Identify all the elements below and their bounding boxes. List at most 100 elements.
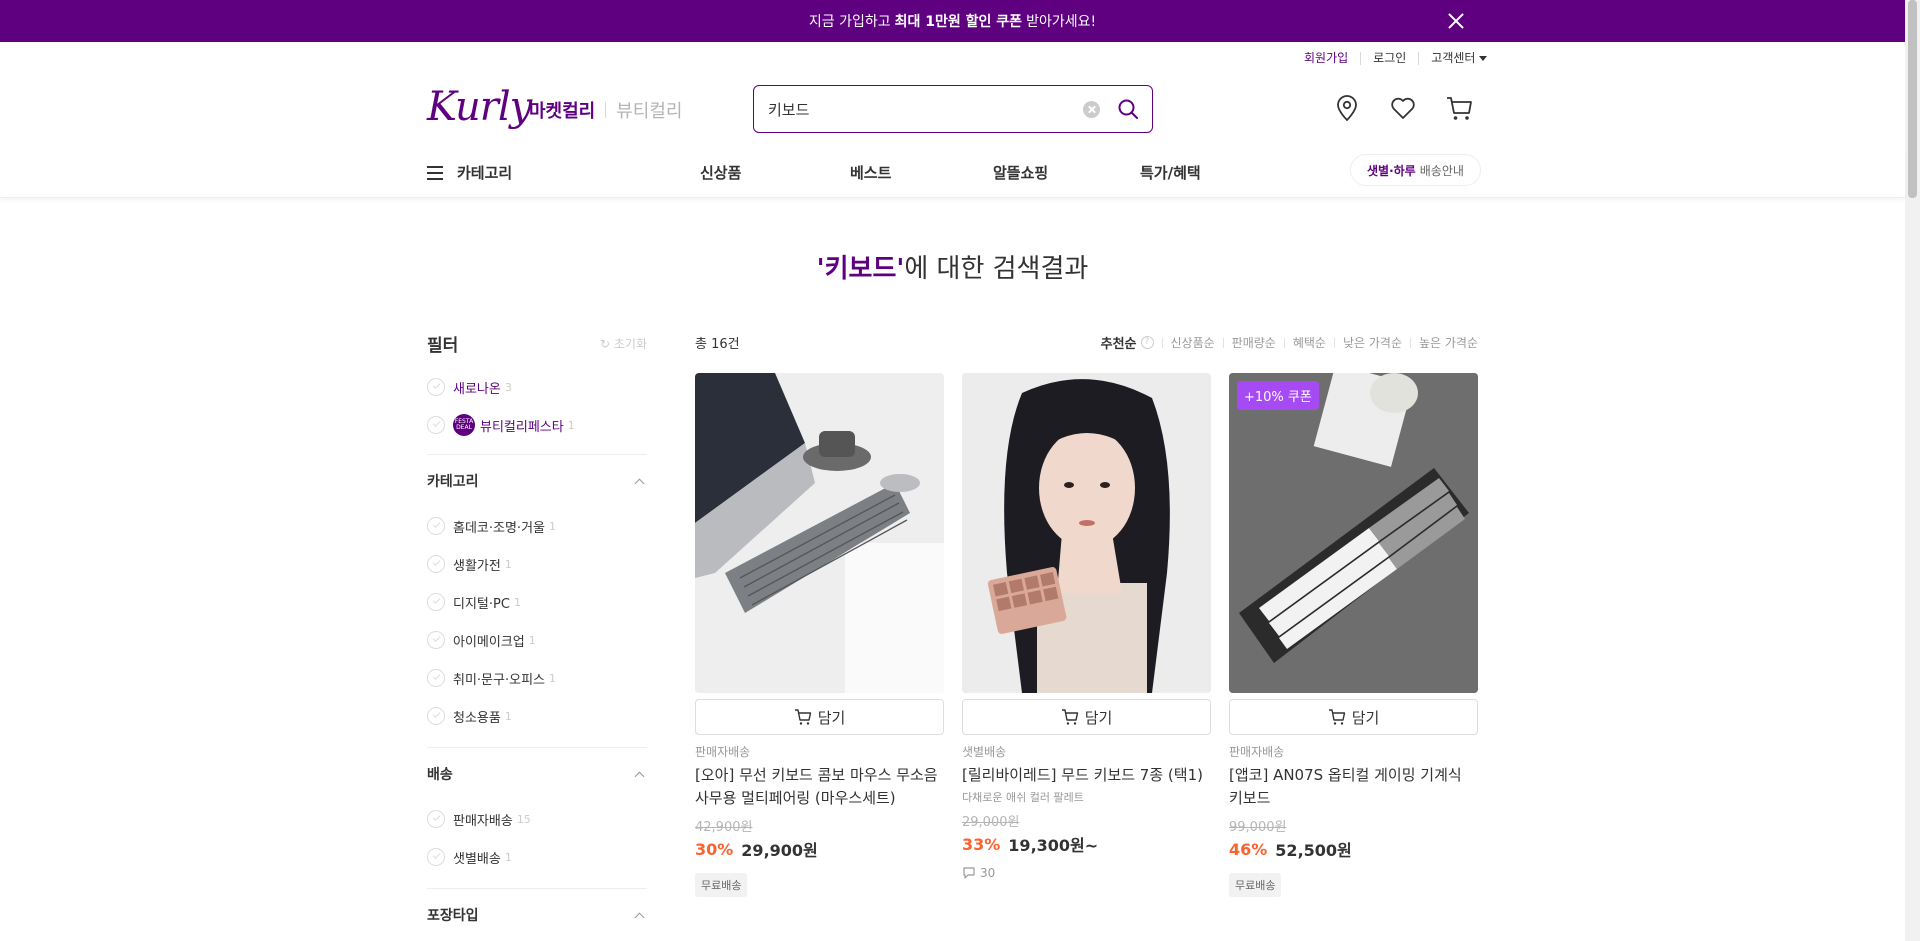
filter-option-beauty-festa[interactable]: FESTA DEAL 뷰티컬리페스타 1 xyxy=(427,406,647,444)
chevron-up-icon xyxy=(634,771,645,781)
filter-option-count: 1 xyxy=(567,418,575,432)
divider xyxy=(605,102,607,118)
festa-deal-badge-icon: FESTA DEAL xyxy=(453,414,475,436)
close-icon[interactable] xyxy=(1446,11,1466,31)
nav-best[interactable]: 베스트 xyxy=(850,162,891,183)
filter-option-label: 홈데코·조명·거울 xyxy=(453,520,545,536)
sort-high-price[interactable]: 높은 가격순 xyxy=(1419,334,1478,351)
product-name[interactable]: [오아] 무선 키보드 콤보 마우스 무소음 사무용 멀티페어링 (마우스세트) xyxy=(695,764,944,810)
product-card[interactable]: 담기 판매자배송 [오아] 무선 키보드 콤보 마우스 무소음 사무용 멀티페어… xyxy=(695,373,944,897)
filter-option-count: 1 xyxy=(549,671,556,685)
check-icon xyxy=(427,631,445,649)
clear-search-icon[interactable] xyxy=(1083,100,1100,118)
check-icon xyxy=(427,378,445,396)
mall-tabs: 마켓컬리 뷰티컬리 xyxy=(529,97,683,123)
tab-market-kurly[interactable]: 마켓컬리 xyxy=(529,97,595,123)
filter-option[interactable]: 판매자배송 15 xyxy=(427,800,647,838)
filter-option[interactable]: 샛별배송 1 xyxy=(427,838,647,876)
sort-low-price[interactable]: 낮은 가격순 xyxy=(1343,334,1402,351)
shipping-type: 판매자배송 xyxy=(695,745,751,759)
filter-option-count: 1 xyxy=(549,519,556,533)
filter-option[interactable]: 생활가전 1 xyxy=(427,545,647,583)
filter-section-header[interactable]: 포장타입 xyxy=(427,889,647,941)
original-price: 29,000원 xyxy=(962,815,1020,830)
sort-options: 추천순 ? 신상품순 판매량순 혜택순 낮은 가격순 높은 가격순 xyxy=(1101,333,1478,352)
filter-section-title: 카테고리 xyxy=(427,474,479,490)
sort-recommended[interactable]: 추천순 xyxy=(1101,333,1137,352)
heart-icon[interactable] xyxy=(1388,93,1418,123)
promo-text-post: 받아가세요! xyxy=(1026,14,1097,30)
filter-section-header[interactable]: 카테고리 xyxy=(427,455,647,507)
add-to-cart-label: 담기 xyxy=(1084,708,1113,727)
filter-option-label: 청소용품 xyxy=(453,710,501,726)
original-price: 42,900원 xyxy=(695,820,753,835)
total-count: 총 16건 xyxy=(695,337,740,352)
scrollbar-thumb[interactable] xyxy=(1908,0,1917,198)
kurly-logo[interactable]: Kurly xyxy=(427,84,532,130)
user-menu: 회원가입 로그인 고객센터 xyxy=(1304,51,1499,65)
help-icon[interactable]: ? xyxy=(1140,336,1154,349)
add-to-cart-button[interactable]: 담기 xyxy=(962,699,1211,735)
filter-option[interactable]: 홈데코·조명·거울 1 xyxy=(427,507,647,545)
filter-option[interactable]: 디지털·PC 1 xyxy=(427,583,647,621)
product-image[interactable] xyxy=(962,373,1211,693)
tab-beauty-kurly[interactable]: 뷰티컬리 xyxy=(616,97,682,123)
location-pin-icon[interactable] xyxy=(1332,93,1362,123)
sort-benefit[interactable]: 혜택순 xyxy=(1293,334,1326,351)
cart-icon xyxy=(1328,708,1346,726)
product-card[interactable]: +10% 쿠폰 담기 판매자배송 [앱코] AN07S 옵티컬 게이밍 기계식 … xyxy=(1229,373,1478,897)
promo-text-bold: 최대 1만원 할인 쿠폰 xyxy=(894,14,1023,30)
filter-option-label: 아이메이크업 xyxy=(453,634,525,650)
filter-option[interactable]: 청소용품 1 xyxy=(427,697,647,735)
check-icon xyxy=(427,416,445,434)
filter-option[interactable]: 아이메이크업 1 xyxy=(427,621,647,659)
customer-center-link[interactable]: 고객센터 xyxy=(1419,51,1499,65)
filter-option-new[interactable]: 새로나온 3 xyxy=(427,368,647,406)
nav-smart-shopping[interactable]: 알뜰쇼핑 xyxy=(993,162,1048,183)
add-to-cart-button[interactable]: 담기 xyxy=(695,699,944,735)
filter-section-title: 배송 xyxy=(427,767,453,783)
delivery-info-button[interactable]: 샛별·하루 배송안내 xyxy=(1350,154,1481,186)
chevron-up-icon xyxy=(634,478,645,488)
price-row: 30% 29,900원 xyxy=(695,837,944,861)
scrollbar[interactable] xyxy=(1905,0,1920,941)
filter-option[interactable]: 취미·문구·오피스 1 xyxy=(427,659,647,697)
filter-option-label: 뷰티컬리페스타 xyxy=(480,419,564,435)
search-input[interactable] xyxy=(768,100,1083,118)
check-icon xyxy=(427,555,445,573)
divider xyxy=(1161,337,1163,348)
product-description: 다채로운 애쉬 컬러 팔레트 xyxy=(962,791,1084,804)
filter-option-count: 15 xyxy=(516,812,531,826)
hamburger-icon xyxy=(427,165,443,180)
filter-option-count: 1 xyxy=(504,557,512,571)
promo-banner[interactable]: 지금 가입하고 최대 1만원 할인 쿠폰 받아가세요! xyxy=(0,0,1905,42)
category-menu-button[interactable]: 카테고리 xyxy=(427,162,512,183)
product-image[interactable] xyxy=(695,373,944,693)
comment-icon xyxy=(962,866,976,880)
divider xyxy=(1409,337,1411,348)
check-icon xyxy=(427,848,445,866)
signup-link[interactable]: 회원가입 xyxy=(1304,51,1360,65)
product-name[interactable]: [릴리바이레드] 무드 키보드 7종 (택1) xyxy=(962,764,1211,787)
check-icon xyxy=(427,593,445,611)
cart-icon[interactable] xyxy=(1444,93,1474,123)
original-price: 99,000원 xyxy=(1229,820,1287,835)
sort-sales[interactable]: 판매량순 xyxy=(1232,334,1276,351)
product-card[interactable]: 담기 샛별배송 [릴리바이레드] 무드 키보드 7종 (택1) 다채로운 애쉬 … xyxy=(962,373,1211,880)
product-name[interactable]: [앱코] AN07S 옵티컬 게이밍 기계식 키보드 xyxy=(1229,764,1478,810)
check-icon xyxy=(427,669,445,687)
search-icon[interactable] xyxy=(1116,97,1140,121)
product-image[interactable]: +10% 쿠폰 xyxy=(1229,373,1478,693)
search-result-suffix: 에 대한 검색결과 xyxy=(904,254,1089,284)
search-keyword: '키보드' xyxy=(816,254,905,284)
sale-price: 29,900원 xyxy=(741,841,818,860)
login-link[interactable]: 로그인 xyxy=(1361,51,1418,65)
filter-section-delivery: 배송 판매자배송 15 샛별배송 1 xyxy=(427,747,647,876)
add-to-cart-button[interactable]: 담기 xyxy=(1229,699,1478,735)
nav-new-products[interactable]: 신상품 xyxy=(700,162,741,183)
nav-special-deals[interactable]: 특가/혜택 xyxy=(1140,162,1201,183)
global-nav: 카테고리 신상품 베스트 알뜰쇼핑 특가/혜택 샛별·하루 배송안내 xyxy=(0,150,1905,198)
filter-section-header[interactable]: 배송 xyxy=(427,748,647,800)
filter-reset-button[interactable]: ↻ 초기화 xyxy=(600,335,647,352)
sort-newest[interactable]: 신상품순 xyxy=(1171,334,1215,351)
